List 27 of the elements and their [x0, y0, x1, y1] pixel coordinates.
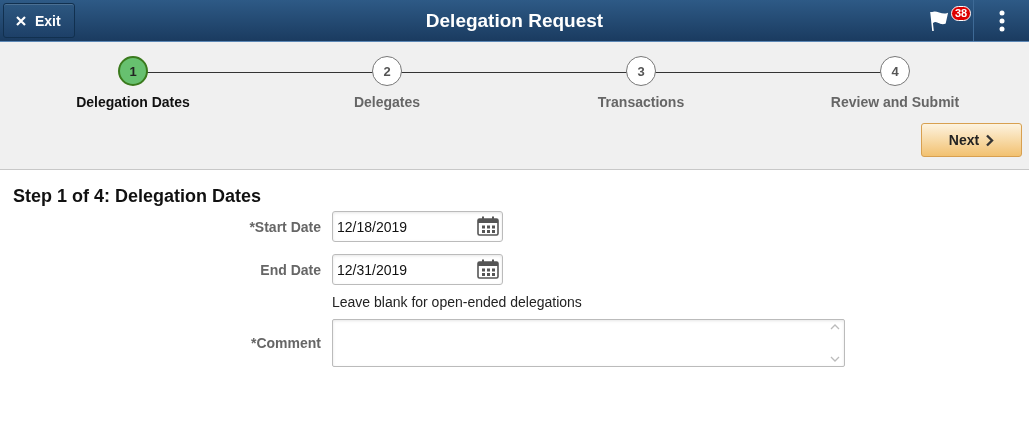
date-field[interactable]: 12/31/2019 — [332, 254, 503, 285]
notifications-button[interactable]: 38 — [928, 3, 972, 38]
close-icon — [16, 15, 26, 26]
field-label: *Comment — [250, 335, 322, 351]
step-circle[interactable]: 1 — [118, 56, 148, 86]
calendar-icon[interactable] — [477, 216, 499, 236]
step-label[interactable]: Transactions — [597, 94, 685, 110]
date-field[interactable]: 12/18/2019 — [332, 211, 503, 242]
section-title: Step 1 of 4: Delegation Dates — [13, 186, 263, 207]
notification-badge: 38 — [951, 5, 972, 21]
field-label: End Date — [259, 261, 322, 278]
comment-field[interactable] — [332, 319, 845, 367]
next-button[interactable]: Next — [921, 123, 1022, 157]
chevron-right-icon — [985, 133, 995, 147]
page-title: Delegation Request — [425, 9, 604, 32]
step-label[interactable]: Review and Submit — [830, 94, 960, 110]
step-label[interactable]: Delegates — [353, 94, 421, 110]
field-label: *Start Date — [248, 218, 322, 235]
step-label[interactable]: Delegation Dates — [76, 94, 190, 110]
step-circle[interactable]: 2 — [372, 56, 402, 86]
menu-icon — [998, 9, 1005, 32]
calendar-icon[interactable] — [477, 259, 499, 279]
flag-icon — [928, 9, 950, 32]
step-circle[interactable]: 3 — [626, 56, 656, 86]
step-circle[interactable]: 4 — [880, 56, 910, 86]
exit-button[interactable]: Exit — [3, 3, 75, 38]
hint-text: Leave blank for open-ended delegations — [332, 294, 582, 310]
